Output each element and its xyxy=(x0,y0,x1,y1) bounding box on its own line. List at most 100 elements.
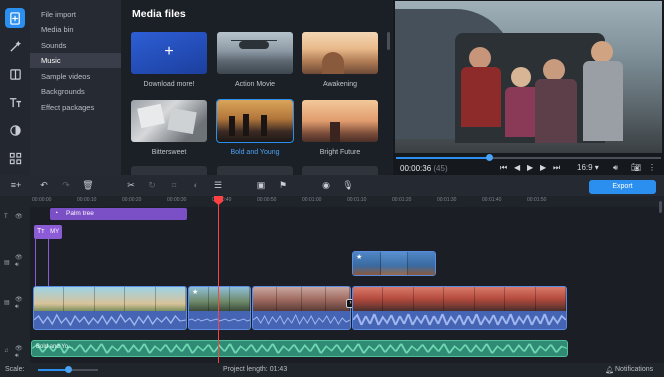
video-clip[interactable] xyxy=(33,286,187,330)
magic-wand-icon xyxy=(9,40,21,52)
scale-slider-fill xyxy=(38,369,68,371)
media-scrollbar[interactable] xyxy=(387,32,390,50)
title-clip-palm-tree[interactable]: ◔ Palm tree xyxy=(50,208,187,220)
add-track-icon[interactable]: ≡+ xyxy=(10,179,22,191)
time-main: 00:00:36 xyxy=(400,164,432,173)
flag-icon[interactable]: ⚑ xyxy=(277,179,289,191)
color-adjust-icon[interactable]: ◐ xyxy=(190,179,202,191)
category-music[interactable]: Music xyxy=(30,53,121,68)
mute-icon[interactable]: 🔊︎ xyxy=(15,353,19,360)
media-tile-bold-and-young[interactable]: Bold and Young xyxy=(216,99,294,156)
music-track-icon: ♫ xyxy=(4,348,9,354)
skip-start-icon[interactable]: ⏮ xyxy=(500,163,507,173)
video-clip[interactable]: ★ xyxy=(188,286,251,330)
video-clip[interactable] xyxy=(252,286,351,330)
scale-slider-handle[interactable] xyxy=(65,366,72,373)
crop-icon[interactable]: ⌗ xyxy=(168,179,180,191)
scale-slider[interactable] xyxy=(38,366,98,373)
video-preview[interactable] xyxy=(395,1,662,153)
media-tile-download[interactable]: + Download more! xyxy=(131,32,207,88)
ruler-tick: 00:00:20 xyxy=(122,197,142,203)
bold-and-young-thumb xyxy=(216,99,294,143)
overlay-track-icon: ▤ xyxy=(4,260,10,266)
download-thumb: + xyxy=(131,32,207,74)
transitions-icon xyxy=(9,124,21,136)
next-frame-icon[interactable]: ▶ xyxy=(540,163,546,172)
snapshot-icon[interactable]: 📷︎ xyxy=(631,163,641,172)
undo-icon[interactable]: ↶ xyxy=(38,179,50,191)
media-tile-bittersweet[interactable]: Bittersweet xyxy=(131,100,207,156)
media-panel: Media files + Download more! Action Movi… xyxy=(121,0,392,175)
visibility-icon[interactable]: 👁︎ xyxy=(15,213,23,220)
category-backgrounds[interactable]: Backgrounds xyxy=(30,84,121,99)
ruler-tick: 00:00:30 xyxy=(167,197,187,203)
delete-icon[interactable]: 🗑︎ xyxy=(82,179,94,191)
seek-bar[interactable] xyxy=(396,154,661,161)
marker-icon[interactable]: ◉ xyxy=(320,179,332,191)
category-media-bin[interactable]: Media bin xyxy=(30,22,121,37)
microphone-icon[interactable]: 🎙︎ xyxy=(342,179,354,191)
time-ruler[interactable]: 00:00:00 00:00:10 00:00:20 00:00:30 00:0… xyxy=(30,196,664,207)
mute-icon[interactable]: 🔊︎ xyxy=(15,262,19,269)
ruler-tick: 00:01:10 xyxy=(347,197,367,203)
ruler-tick: 00:01:20 xyxy=(392,197,412,203)
visibility-icon[interactable]: 👁︎ xyxy=(15,296,23,303)
timeline-toolbar: ≡+ ↶ ↷ 🗑︎ ✂ ↻ ⌗ ◐ ☰ ▣ ⚑ ◉ 🎙︎ xyxy=(0,175,664,196)
transitions-button[interactable] xyxy=(5,120,25,140)
play-icon[interactable]: ▶ xyxy=(527,163,533,172)
export-button[interactable]: Export xyxy=(589,180,656,194)
more-tools-button[interactable] xyxy=(5,148,25,168)
visibility-icon[interactable]: 👁︎ xyxy=(15,345,23,352)
volume-icon[interactable]: 🔊︎ xyxy=(613,163,618,173)
status-bar: Scale: Project length: 01:43 🔔︎ Notifica… xyxy=(0,363,664,377)
prev-frame-icon[interactable]: ◀ xyxy=(514,163,520,172)
visibility-icon[interactable]: 👁︎ xyxy=(15,254,23,261)
redo-icon[interactable]: ↷ xyxy=(60,179,72,191)
bell-icon[interactable]: 🔔︎ xyxy=(605,366,614,374)
timeline-scrollbar[interactable] xyxy=(659,201,662,213)
mute-icon[interactable]: 🔊︎ xyxy=(15,304,19,311)
category-file-import[interactable]: File import xyxy=(30,7,121,22)
media-tile-bright-future[interactable]: Bright Future xyxy=(302,100,378,156)
overlay-clip[interactable]: ★ xyxy=(352,251,436,276)
seek-bar-fill xyxy=(396,157,489,159)
category-sounds[interactable]: Sounds xyxy=(30,38,121,53)
text-clip-connector xyxy=(35,239,36,287)
category-effect-packages[interactable]: Effect packages xyxy=(30,100,121,115)
clip-properties-icon[interactable]: ☰ xyxy=(212,179,224,191)
skip-end-icon[interactable]: ⏭ xyxy=(553,163,560,173)
tile-label: Bold and Young xyxy=(230,149,280,156)
notifications-link[interactable]: Notifications xyxy=(615,366,653,373)
time-ms: (45) xyxy=(433,164,448,173)
ruler-tick: 00:00:00 xyxy=(32,197,52,203)
scale-label: Scale: xyxy=(5,366,25,373)
tile-label: Action Movie xyxy=(234,81,276,88)
titles-button[interactable] xyxy=(5,92,25,112)
media-tile-action-movie[interactable]: Action Movie xyxy=(217,32,293,88)
filters-button[interactable] xyxy=(5,64,25,84)
music-clip[interactable]: Bold and Yo... xyxy=(31,340,568,357)
current-time: 00:00:36 (45) xyxy=(400,164,448,173)
more-options-icon[interactable]: ⋮ xyxy=(648,163,656,172)
star-icon: ★ xyxy=(192,289,199,296)
title-clip-label: Palm tree xyxy=(66,210,94,217)
magic-wand-button[interactable] xyxy=(5,36,25,56)
text-clip-my[interactable]: Tт MY xyxy=(34,225,62,239)
overlay-icon[interactable]: ▣ xyxy=(255,179,267,191)
seek-bar-handle[interactable] xyxy=(485,154,493,161)
track-controls: T 👁︎ ▤ 👁︎ 🔊︎ ▤ 👁︎ 🔊︎ ♫ 👁︎ 🔊︎ xyxy=(0,196,30,363)
bright-future-thumb xyxy=(302,100,378,142)
add-files-button[interactable] xyxy=(5,8,25,28)
plus-icon: + xyxy=(164,43,174,60)
media-tile-awakening[interactable]: Awakening xyxy=(302,32,378,88)
media-title: Media files xyxy=(132,8,186,20)
aspect-ratio-select[interactable]: 16:9 ▾ xyxy=(577,163,599,172)
rotate-icon[interactable]: ↻ xyxy=(146,179,158,191)
cut-icon[interactable]: ✂ xyxy=(125,179,137,191)
ruler-tick: 00:00:10 xyxy=(77,197,97,203)
filters-icon xyxy=(9,68,21,80)
category-sample-videos[interactable]: Sample videos xyxy=(30,69,121,84)
video-clip[interactable] xyxy=(352,286,567,330)
playhead[interactable] xyxy=(218,196,219,363)
titles-icon xyxy=(9,97,21,107)
